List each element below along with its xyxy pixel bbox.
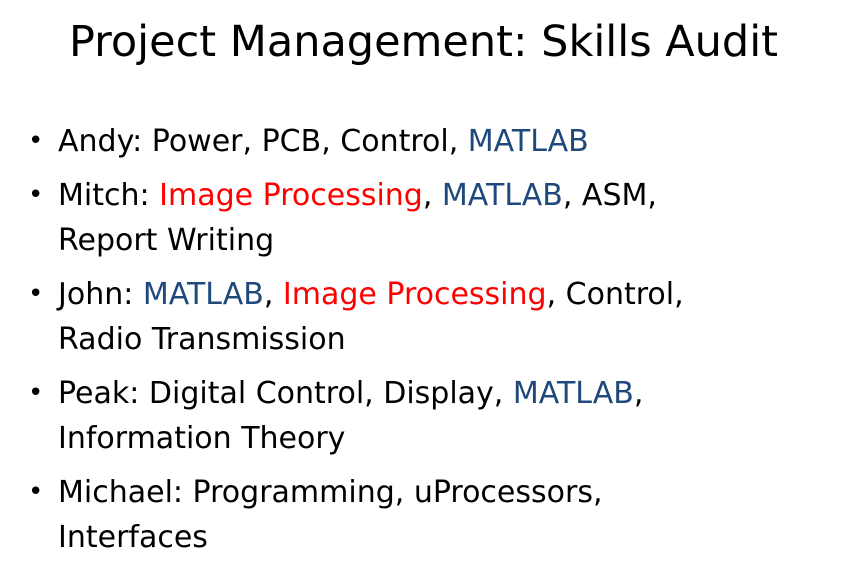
bullet-item: • Michael: Programming, uProcessors, Inter…	[0, 470, 847, 560]
bullet-dot-icon: •	[28, 180, 44, 210]
bullet-text: John: MATLAB, Image Processing, Control,…	[58, 272, 827, 362]
bullet-dot-icon: •	[28, 126, 44, 156]
member-name: Peak:	[58, 376, 140, 411]
bullet-line: Mitch: Image Processing, MATLAB, ASM,	[58, 173, 827, 218]
skill-text: Power, PCB, Control,	[142, 124, 468, 159]
skill-text: Programming, uProcessors,	[183, 475, 603, 510]
bullet-text: Michael: Programming, uProcessors, Interf…	[58, 470, 827, 560]
bullet-line: John: MATLAB, Image Processing, Control,	[58, 272, 827, 317]
skill-text: Radio Transmission	[58, 322, 346, 357]
member-name: Michael:	[58, 475, 184, 510]
bullet-line: Interfaces	[58, 515, 827, 560]
skill-text: Digital Control, Display,	[139, 376, 513, 411]
bullet-item: • Peak: Digital Control, Display, MATLAB,…	[0, 371, 847, 461]
skills-bullet-list: • Andy: Power, PCB, Control, MATLAB • Mitch…	[0, 119, 847, 569]
bullet-line: Report Writing	[58, 218, 827, 263]
bullet-dot-icon: •	[28, 279, 44, 309]
bullet-line: Michael: Programming, uProcessors,	[58, 470, 827, 515]
bullet-line: Radio Transmission	[58, 317, 827, 362]
skill-text: ,	[263, 277, 283, 312]
bullet-item: • Andy: Power, PCB, Control, MATLAB	[0, 119, 847, 164]
member-name: Mitch:	[58, 178, 150, 213]
skill-text: Report Writing	[58, 223, 275, 258]
bullet-item: • Mitch: Image Processing, MATLAB, ASM, Re…	[0, 173, 847, 263]
bullet-text: Mitch: Image Processing, MATLAB, ASM, Rep…	[58, 173, 827, 263]
bullet-item: • John: MATLAB, Image Processing, Control…	[0, 272, 847, 362]
bullet-line: Andy: Power, PCB, Control, MATLAB	[58, 119, 827, 164]
skill-image-processing: Image Processing	[159, 178, 423, 213]
skill-text: , Control,	[546, 277, 684, 312]
skill-matlab: MATLAB	[142, 277, 264, 312]
skill-text: Interfaces	[58, 520, 208, 555]
bullet-dot-icon: •	[28, 477, 44, 507]
skill-text: Information Theory	[58, 421, 346, 456]
slide-title: Project Management: Skills Audit	[68, 17, 779, 67]
skill-text	[150, 178, 160, 213]
bullet-line: Peak: Digital Control, Display, MATLAB,	[58, 371, 827, 416]
bullet-dot-icon: •	[28, 378, 44, 408]
bullet-line: Information Theory	[58, 416, 827, 461]
skill-text: ,	[422, 178, 442, 213]
skill-matlab: MATLAB	[467, 124, 589, 159]
skill-matlab: MATLAB	[512, 376, 634, 411]
member-name: Andy:	[58, 124, 143, 159]
skill-matlab: MATLAB	[441, 178, 563, 213]
bullet-text: Peak: Digital Control, Display, MATLAB, I…	[58, 371, 827, 461]
bullet-text: Andy: Power, PCB, Control, MATLAB	[58, 119, 827, 164]
skill-text: , ASM,	[562, 178, 657, 213]
skill-text	[133, 277, 143, 312]
skill-image-processing: Image Processing	[282, 277, 547, 312]
member-name: John:	[58, 277, 134, 312]
skill-text: ,	[633, 376, 644, 411]
